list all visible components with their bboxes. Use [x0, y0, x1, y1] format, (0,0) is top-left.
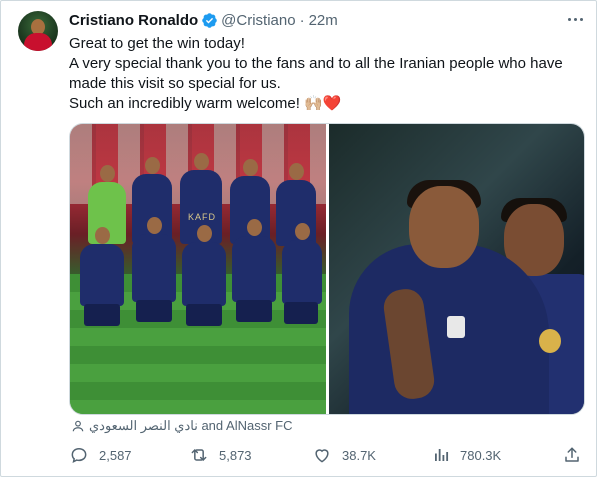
jersey-sponsor: KAFD — [188, 212, 217, 222]
tweet-line: A very special thank you to the fans and… — [69, 55, 563, 72]
views-icon — [432, 446, 450, 464]
action-bar: 2,587 5,873 38.7K 780.3K — [69, 444, 583, 466]
timestamp[interactable]: 22m — [309, 12, 338, 29]
separator-dot: · — [299, 11, 305, 29]
verified-icon — [201, 12, 218, 29]
share-icon — [563, 446, 581, 464]
tweet-text: Great to get the win today! A very speci… — [69, 34, 589, 114]
more-icon[interactable] — [565, 11, 585, 27]
views-button[interactable]: 780.3K — [432, 444, 501, 466]
repost-button[interactable]: 5,873 — [189, 444, 252, 466]
person-icon — [71, 419, 89, 433]
tagged-label: نادي النصر السعودي and AlNassr FC — [89, 418, 293, 433]
media-grid: KAFD — [69, 123, 585, 415]
celebration-photo[interactable] — [329, 124, 584, 414]
tweet-line: made this visit so special for us. — [69, 75, 281, 92]
reply-count: 2,587 — [99, 447, 132, 463]
author-handle[interactable]: @Cristiano — [221, 12, 295, 29]
author-name[interactable]: Cristiano Ronaldo — [69, 12, 198, 29]
tweet-header: Cristiano Ronaldo @Cristiano · 22m — [69, 10, 338, 30]
reply-button[interactable]: 2,587 — [69, 444, 132, 466]
avatar[interactable] — [18, 11, 58, 51]
like-button[interactable]: 38.7K — [312, 444, 376, 466]
repost-count: 5,873 — [219, 447, 252, 463]
like-count: 38.7K — [342, 447, 376, 463]
tweet-line: Great to get the win today! — [69, 35, 245, 52]
repost-icon — [189, 445, 209, 465]
share-button[interactable] — [563, 444, 581, 466]
reply-icon — [69, 445, 89, 465]
tweet-line: Such an incredibly warm welcome! 🙌🏼❤️ — [69, 95, 342, 112]
like-icon — [312, 445, 332, 465]
tweet-card[interactable]: Cristiano Ronaldo @Cristiano · 22m Great… — [0, 0, 597, 477]
tagged-users[interactable]: نادي النصر السعودي and AlNassr FC — [71, 418, 293, 434]
team-photo[interactable]: KAFD — [70, 124, 326, 414]
view-count: 780.3K — [460, 447, 502, 463]
